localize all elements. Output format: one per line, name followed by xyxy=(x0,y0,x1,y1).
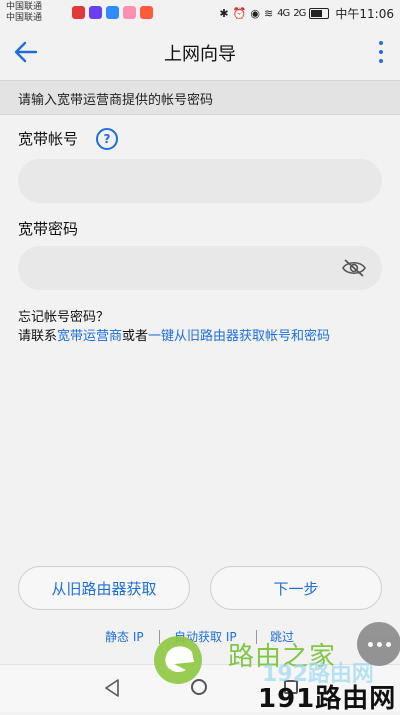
password-label: 宽带密码 xyxy=(18,220,79,238)
instruction-text: 请输入宽带运营商提供的帐号密码 xyxy=(18,93,214,108)
status-indicators: ✱ ⏰ ◉ ≋ 4G 2G 中午11:06 xyxy=(219,5,394,22)
bluetooth-icon: ✱ xyxy=(219,7,229,20)
battery-icon xyxy=(309,8,330,19)
forgot-text: 忘记帐号密码？ xyxy=(18,310,110,325)
video-app-icon xyxy=(89,6,102,19)
password-input[interactable] xyxy=(18,246,382,290)
account-input[interactable] xyxy=(18,159,382,203)
get-from-old-router-button[interactable]: 从旧路由器获取 xyxy=(18,566,190,610)
contact-line: 请联系宽带运营商或者一键从旧路由器获取帐号和密码 xyxy=(18,325,330,344)
isp-link[interactable]: 宽带运营商 xyxy=(57,329,122,344)
static-ip-link[interactable]: 静态 IP xyxy=(105,628,144,645)
baidu-icon xyxy=(106,6,119,19)
next-button[interactable]: 下一步 xyxy=(210,566,382,610)
watermark-text-3: 191路由网 xyxy=(258,684,397,714)
nav-back-icon[interactable] xyxy=(104,679,120,697)
page-title: 上网向导 xyxy=(164,44,236,65)
help-icon[interactable]: ? xyxy=(96,128,118,150)
weibo-icon xyxy=(72,6,85,19)
carrier-2: 中国联通 xyxy=(6,13,43,23)
signal-4g: 4G xyxy=(277,8,290,19)
carrier-1: 中国联通 xyxy=(6,2,43,12)
clock: 中午11:06 xyxy=(335,7,394,21)
floating-menu-button[interactable] xyxy=(357,622,400,666)
eye-comfort-icon: ◉ xyxy=(250,7,260,20)
app-bar: 上网向导 xyxy=(0,28,400,76)
wifi-icon: ≋ xyxy=(263,7,274,20)
signal-2g: 2G xyxy=(293,8,306,19)
photo-app-icon xyxy=(123,6,136,19)
instruction-banner: 请输入宽带运营商提供的帐号密码 xyxy=(0,80,400,115)
watermark-logo-icon xyxy=(154,636,202,684)
status-bar: 中国联通 中国联通 ✱ ⏰ ◉ ≋ 4G 2G 中午11:06 xyxy=(0,0,400,28)
news-app-icon xyxy=(140,6,153,19)
alarm-icon: ⏰ xyxy=(232,7,247,20)
notification-icons xyxy=(72,6,153,19)
more-vertical-icon[interactable] xyxy=(378,41,384,63)
contact-prefix: 请联系 xyxy=(18,329,58,344)
eye-hidden-icon[interactable] xyxy=(342,258,366,278)
carrier-info: 中国联通 中国联通 xyxy=(6,2,42,24)
account-label: 宽带帐号 xyxy=(18,130,79,148)
or-text: 或者 xyxy=(122,329,149,344)
oneclick-link[interactable]: 一键从旧路由器获取帐号和密码 xyxy=(148,329,330,344)
